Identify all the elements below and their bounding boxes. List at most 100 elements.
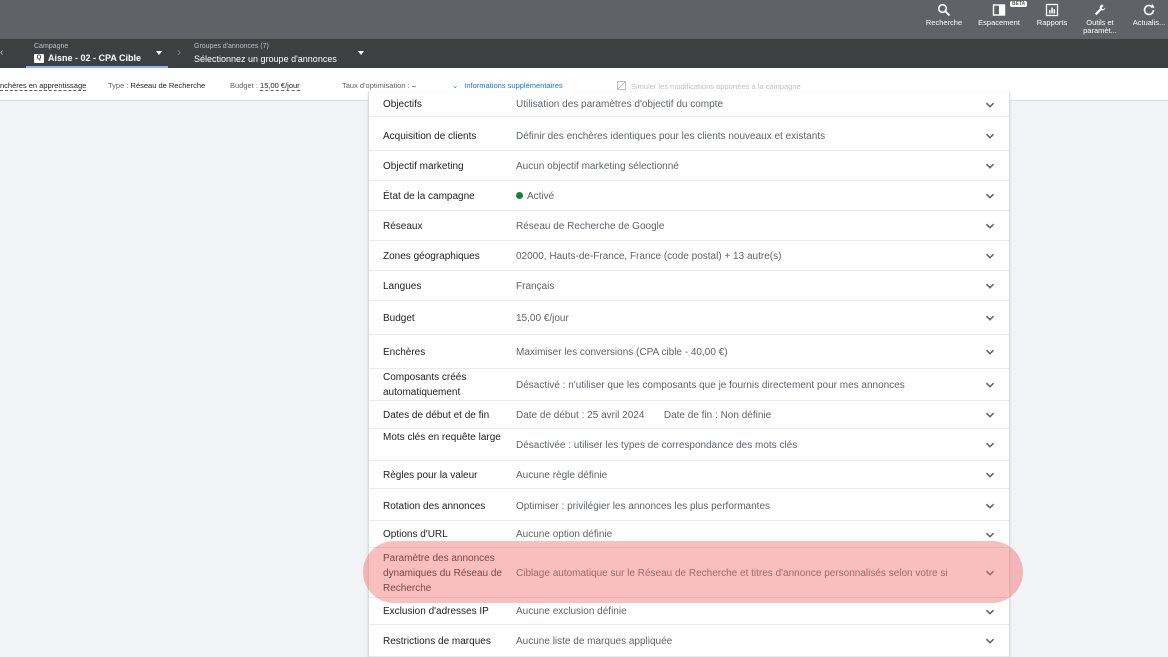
simulate-label: Simuler les modifications apportées à la… xyxy=(631,82,801,91)
budget-value[interactable]: 15,00 €/jour xyxy=(260,81,300,91)
tools-settings-label: Outils et paramèt... xyxy=(1083,18,1117,35)
chevron-left-icon[interactable]: ‹ xyxy=(0,47,3,58)
appearance-tool-label: Espacement xyxy=(978,18,1020,27)
optimization-value: – xyxy=(411,81,416,90)
settings-row[interactable]: Dates de début et de fin Date de début : … xyxy=(369,401,1009,429)
simulate-changes-button[interactable]: Simuler les modifications apportées à la… xyxy=(617,81,801,91)
campaign-settings-panel: Objectifs Utilisation des paramètres d'ob… xyxy=(368,92,1010,657)
setting-name: Règles pour la valeur xyxy=(383,470,478,481)
type-value: Réseau de Recherche xyxy=(130,81,206,90)
expand-chevron-icon[interactable] xyxy=(985,347,995,357)
beta-badge: BÊTA xyxy=(1010,1,1028,7)
setting-name: Restrictions de marques xyxy=(383,636,491,647)
appearance-icon xyxy=(992,4,1006,16)
settings-row[interactable]: Composants créés automatiquement Désactiv… xyxy=(369,369,1009,401)
settings-row[interactable]: Réseaux Réseau de Recherche de Google xyxy=(369,211,1009,241)
optimization-label: Taux d'optimisation : xyxy=(342,81,410,90)
settings-row[interactable]: Mots clés en requête large Désactivée : u… xyxy=(369,429,1009,461)
setting-name: Exclusion d'adresses IP xyxy=(383,606,489,617)
settings-row[interactable]: Rotation des annonces Optimiser : privilé… xyxy=(369,491,1009,521)
refresh-label: Actualis... xyxy=(1132,18,1166,27)
appearance-tool-button[interactable]: BÊTA Espacement xyxy=(976,0,1028,39)
settings-row[interactable]: Objectif marketing Aucun objectif marketi… xyxy=(369,151,1009,181)
expand-chevron-icon[interactable] xyxy=(985,568,995,578)
expand-chevron-icon[interactable] xyxy=(985,100,995,110)
setting-name: Rotation des annonces xyxy=(383,501,486,512)
settings-row[interactable]: Options d'URL Aucune option définie xyxy=(369,521,1009,548)
expand-chevron-icon[interactable] xyxy=(985,636,995,646)
settings-row[interactable]: Paramètre des annonces dynamiques du Rés… xyxy=(369,548,1009,598)
search-tool-button[interactable]: Recherche xyxy=(925,0,963,39)
setting-name: Composants créés automatiquement xyxy=(383,372,467,398)
campaign-budget: Budget : 15,00 €/jour xyxy=(230,81,300,91)
setting-name: Mots clés en requête large xyxy=(383,432,501,443)
campaign-selector-label: Campagne xyxy=(34,43,69,50)
search-campaign-badge-icon: Q xyxy=(34,53,44,63)
expand-chevron-icon[interactable] xyxy=(985,380,995,390)
expand-chevron-icon[interactable] xyxy=(985,607,995,617)
status-text: Activé xyxy=(527,191,555,202)
settings-row[interactable]: État de la campagne Activé xyxy=(369,181,1009,211)
setting-value: Aucune option définie xyxy=(516,529,613,540)
top-header: Recherche BÊTA Espacement Rapports Outil… xyxy=(0,0,1168,39)
settings-row[interactable]: Objectifs Utilisation des paramètres d'ob… xyxy=(369,92,1009,117)
settings-row[interactable]: Enchères Maximiser les conversions (CPA c… xyxy=(369,335,1009,369)
adgroup-selector-value: Sélectionnez un groupe d'annonces xyxy=(194,54,337,64)
expand-chevron-icon[interactable] xyxy=(985,313,995,323)
adgroup-selector[interactable]: Groupes d'annonces (7) Sélectionnez un g… xyxy=(186,39,376,68)
setting-value: Aucune liste de marques appliquée xyxy=(516,636,673,647)
setting-value: Ciblage automatique sur le Réseau de Rec… xyxy=(516,568,948,579)
settings-row[interactable]: Langues Français xyxy=(369,271,1009,301)
tools-settings-button[interactable]: Outils et paramèt... xyxy=(1080,0,1120,39)
reports-tool-label: Rapports xyxy=(1036,18,1068,27)
setting-value: Désactivée : utiliser les types de corre… xyxy=(516,440,798,451)
settings-row[interactable]: Règles pour la valeur Aucune règle défini… xyxy=(369,461,1009,489)
wrench-icon xyxy=(1094,4,1106,16)
search-icon xyxy=(937,3,951,17)
setting-value: Date de début : 25 avril 2024 Date de fi… xyxy=(516,410,772,421)
setting-value: Activé xyxy=(516,189,976,204)
campaign-selector-value: Q Aisne - 02 - CPA Cible xyxy=(34,53,141,63)
campaign-name: Aisne - 02 - CPA Cible xyxy=(48,53,142,63)
campaign-selector[interactable]: Campagne Q Aisne - 02 - CPA Cible xyxy=(26,39,168,68)
expand-chevron-icon[interactable] xyxy=(985,410,995,420)
expand-chevron-icon[interactable] xyxy=(985,221,995,231)
expand-chevron-icon[interactable] xyxy=(985,131,995,141)
setting-name: Objectifs xyxy=(383,99,422,110)
setting-name: Enchères xyxy=(383,347,426,358)
refresh-button[interactable]: Actualis... xyxy=(1130,0,1168,39)
settings-row[interactable]: Exclusion d'adresses IP Aucune exclusion … xyxy=(369,598,1009,625)
expand-chevron-icon[interactable] xyxy=(985,251,995,261)
expand-chevron-icon[interactable] xyxy=(985,281,995,291)
setting-name: État de la campagne xyxy=(383,191,475,202)
expand-chevron-icon[interactable] xyxy=(985,191,995,201)
settings-row[interactable]: Budget 15,00 €/jour xyxy=(369,301,1009,335)
bidding-status[interactable]: nchères en apprentissage xyxy=(0,81,87,91)
expand-chevron-icon[interactable] xyxy=(985,501,995,511)
campaign-type: Type : Réseau de Recherche xyxy=(108,81,205,90)
optimization-score: Taux d'optimisation : – xyxy=(342,81,416,90)
setting-name: Options d'URL xyxy=(383,529,448,540)
setting-value: 15,00 €/jour xyxy=(516,313,569,324)
setting-name: Zones géographiques xyxy=(383,251,480,262)
setting-name: Langues xyxy=(383,281,422,292)
expand-chevron-icon[interactable] xyxy=(985,440,995,450)
search-tool-label: Recherche xyxy=(925,18,963,27)
setting-value: Désactivé : n'utiliser que les composant… xyxy=(516,380,905,391)
simulate-icon xyxy=(617,81,626,90)
setting-name: Acquisition de clients xyxy=(383,131,477,142)
reports-tool-button[interactable]: Rapports xyxy=(1034,0,1070,39)
more-info-label: Informations supplémentaires xyxy=(464,81,563,90)
expand-chevron-icon[interactable] xyxy=(985,530,995,540)
expand-chevron-icon[interactable] xyxy=(985,470,995,480)
setting-name: Budget xyxy=(383,313,415,324)
settings-row[interactable]: Restrictions de marques Aucune liste de m… xyxy=(369,625,1009,657)
setting-name: Objectif marketing xyxy=(383,161,464,172)
settings-row[interactable]: Zones géographiques 02000, Hauts-de-Franc… xyxy=(369,241,1009,271)
refresh-icon xyxy=(1143,4,1155,16)
expand-chevron-icon[interactable] xyxy=(985,161,995,171)
setting-name: Paramètre des annonces dynamiques du Rés… xyxy=(383,553,502,594)
setting-value: Réseau de Recherche de Google xyxy=(516,221,665,232)
settings-row[interactable]: Acquisition de clients Définir des enchèr… xyxy=(369,121,1009,151)
more-info-toggle[interactable]: ⌄ Informations supplémentaires xyxy=(452,81,563,90)
